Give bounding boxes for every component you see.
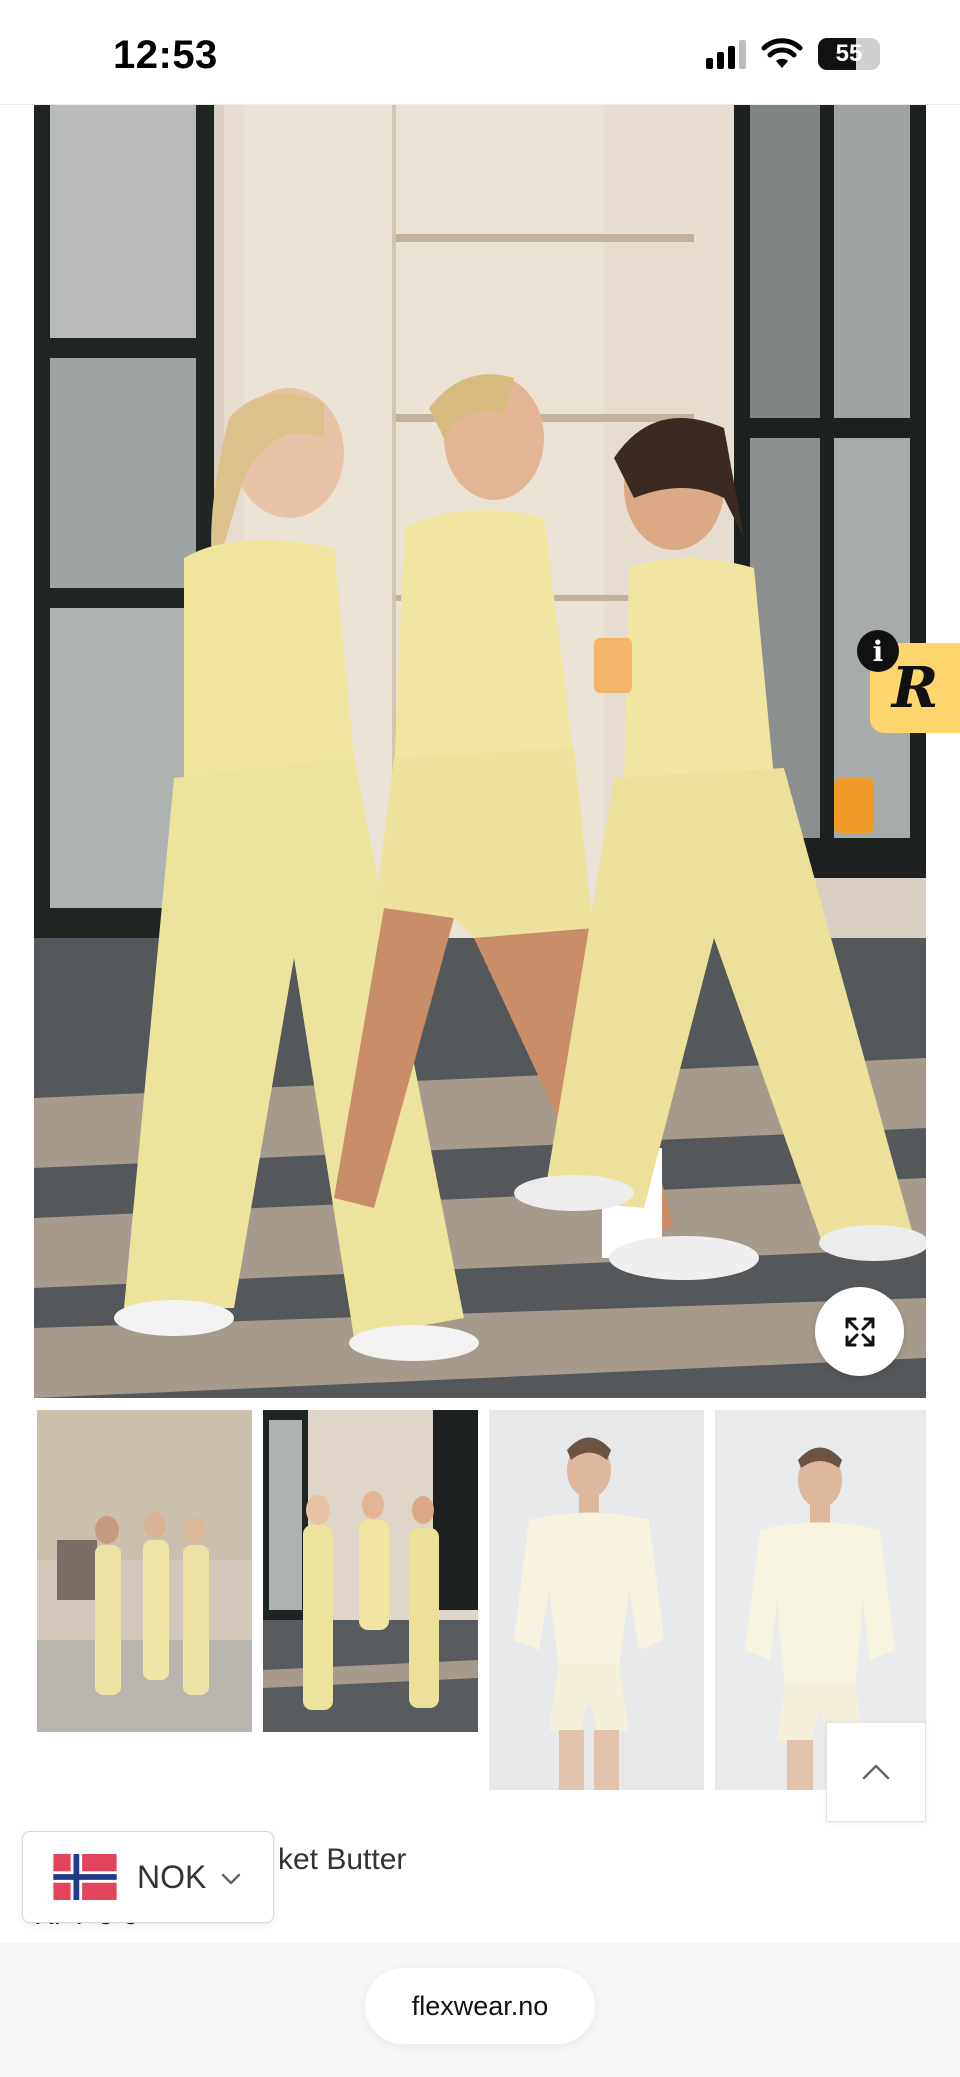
- status-icons: 55: [706, 38, 880, 70]
- status-bar: 12:53 55: [0, 0, 960, 105]
- expand-arrows-icon: [845, 1317, 874, 1346]
- product-title: ket Butter: [278, 1843, 406, 1877]
- battery-icon: 55: [818, 38, 880, 70]
- thumbnail-3[interactable]: [489, 1410, 704, 1790]
- norway-flag-icon: [51, 1854, 119, 1900]
- back-to-top-button[interactable]: [826, 1722, 926, 1822]
- main-product-image[interactable]: [34, 58, 926, 1398]
- thumbnail-2[interactable]: [263, 1410, 478, 1732]
- status-time: 12:53: [113, 33, 218, 77]
- wifi-icon: [761, 38, 803, 68]
- reviews-logo-icon: R: [891, 655, 939, 721]
- expand-image-button[interactable]: [815, 1287, 904, 1376]
- chevron-down-icon: [222, 1873, 241, 1885]
- browser-url-text: flexwear.no: [411, 1990, 549, 2021]
- product-title-text: ket Butter: [278, 1843, 407, 1876]
- chevron-up-icon: [862, 1764, 890, 1780]
- browser-url-pill[interactable]: flexwear.no: [365, 1968, 595, 2044]
- info-icon[interactable]: i: [857, 630, 899, 672]
- currency-code: NOK: [137, 1858, 207, 1895]
- currency-selector[interactable]: NOK: [22, 1831, 274, 1923]
- cellular-signal-icon: [706, 39, 746, 69]
- battery-level: 55: [835, 40, 863, 67]
- thumbnail-1[interactable]: [37, 1410, 252, 1732]
